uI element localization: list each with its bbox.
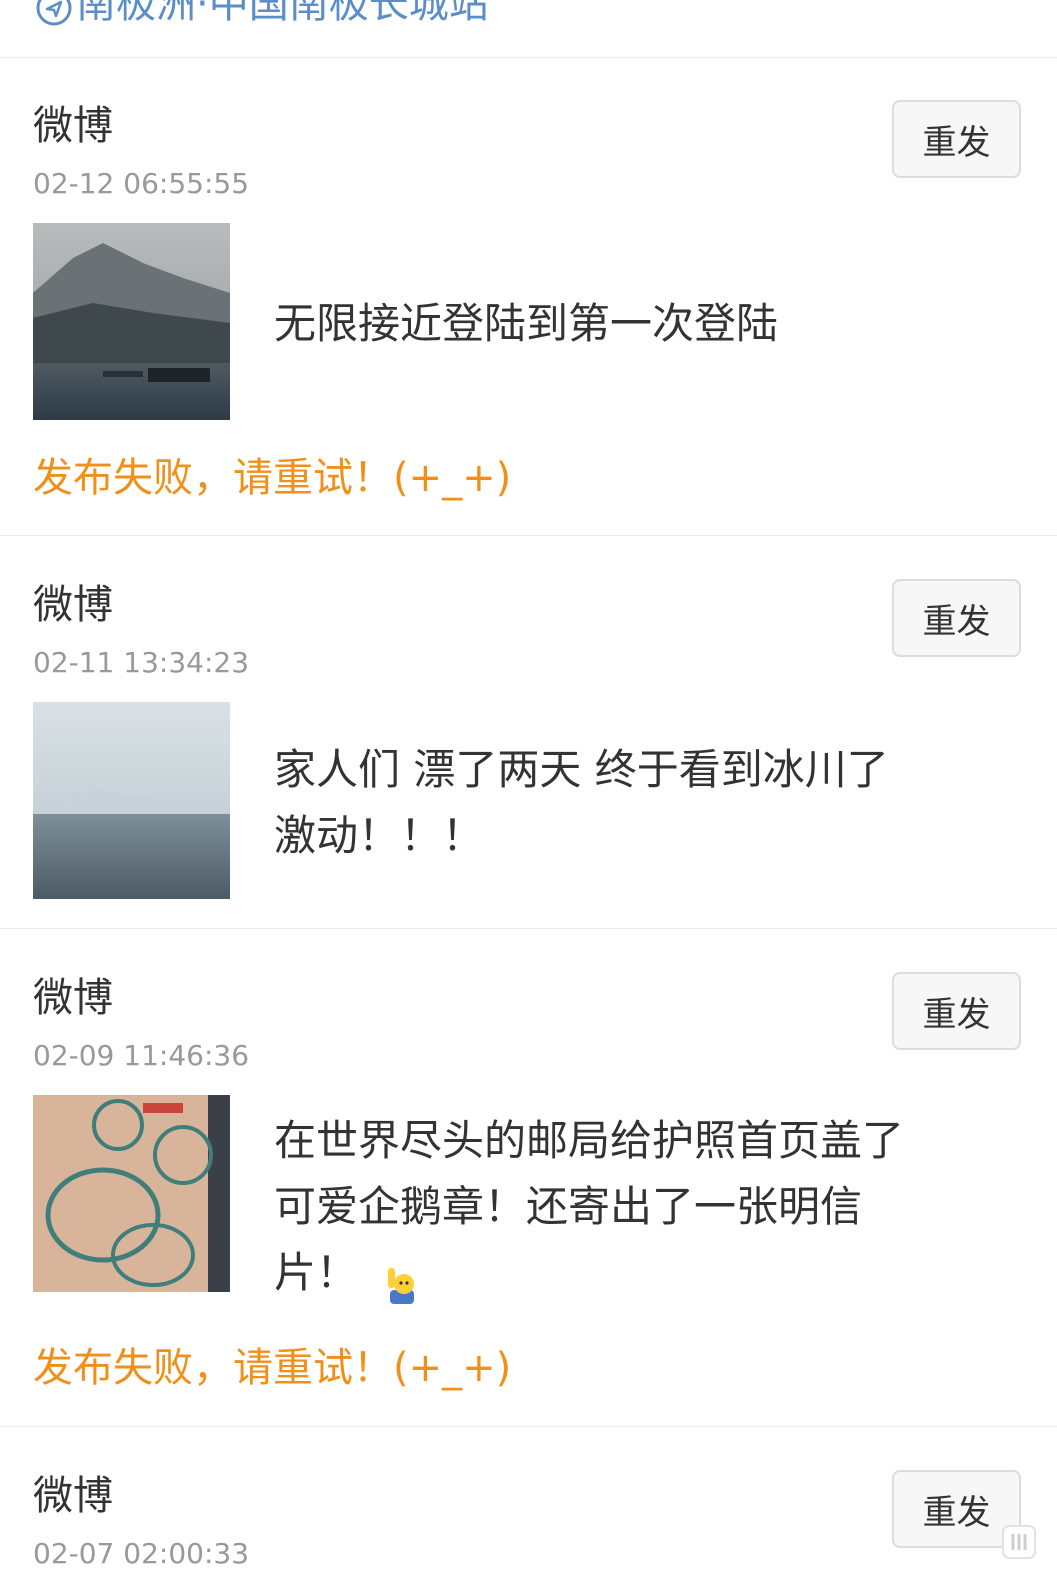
resend-button[interactable]: 重发: [892, 972, 1021, 1050]
draft-post: 微博 02-12 06:55:55 重发 无限接近登陆到第一次登陆 发布失败，请: [0, 58, 1057, 536]
post-content-line: 片！: [274, 1240, 1014, 1306]
post-source: 微博: [33, 582, 113, 628]
scroll-handle-icon[interactable]: [999, 1524, 1039, 1560]
post-content-line: 激动！！！: [274, 811, 485, 860]
post-content-line: 在世界尽头的邮局给护照首页盖了: [274, 1116, 905, 1165]
draft-post: 微博 02-09 11:46:36 重发 在世界尽头的邮局给护照首页盖了 可爱企…: [0, 930, 1057, 1427]
post-time: 02-11 13:34:23: [33, 646, 250, 679]
post-error-message[interactable]: 发布失败，请重试！(+_+): [33, 1340, 511, 1396]
post-time: 02-07 02:00:33: [33, 1537, 250, 1570]
post-thumbnail-mountain[interactable]: [33, 223, 230, 420]
post-content: 家人们 漂了两天 终于看到冰川了 激动！！！: [274, 737, 1014, 869]
post-error-message[interactable]: 发布失败，请重试！(+_+): [33, 450, 511, 506]
resend-button[interactable]: 重发: [892, 579, 1021, 657]
draft-post: 微博 02-11 13:34:23 重发 家人们 漂了两天 终于看到冰川了 激动…: [0, 537, 1057, 929]
resend-button[interactable]: 重发: [892, 100, 1021, 178]
post-content-line: 家人们 漂了两天 终于看到冰川了: [274, 745, 889, 794]
post-content: 在世界尽头的邮局给护照首页盖了 可爱企鹅章！还寄出了一张明信 片！: [274, 1108, 1014, 1306]
location-icon: [36, 0, 72, 26]
post-thumbnail-passport-stamp[interactable]: [33, 1095, 230, 1292]
post-content-text: 片！: [274, 1248, 359, 1297]
post-thumbnail-glacier[interactable]: [33, 702, 230, 899]
location-bar[interactable]: 南极洲·中国南极长城站: [0, 0, 1057, 58]
post-content-line: 可爱企鹅章！还寄出了一张明信: [274, 1182, 863, 1231]
location-text[interactable]: 南极洲·中国南极长城站: [76, 0, 489, 32]
post-source: 微博: [33, 103, 113, 149]
raising-hand-emoji: [386, 1257, 420, 1304]
post-source: 微博: [33, 1473, 113, 1519]
post-time: 02-12 06:55:55: [33, 167, 250, 200]
post-content: 无限接近登陆到第一次登陆: [274, 299, 779, 348]
post-time: 02-09 11:46:36: [33, 1039, 250, 1072]
draft-post: 微博 02-07 02:00:33 重发: [0, 1428, 1057, 1575]
post-source: 微博: [33, 975, 113, 1021]
